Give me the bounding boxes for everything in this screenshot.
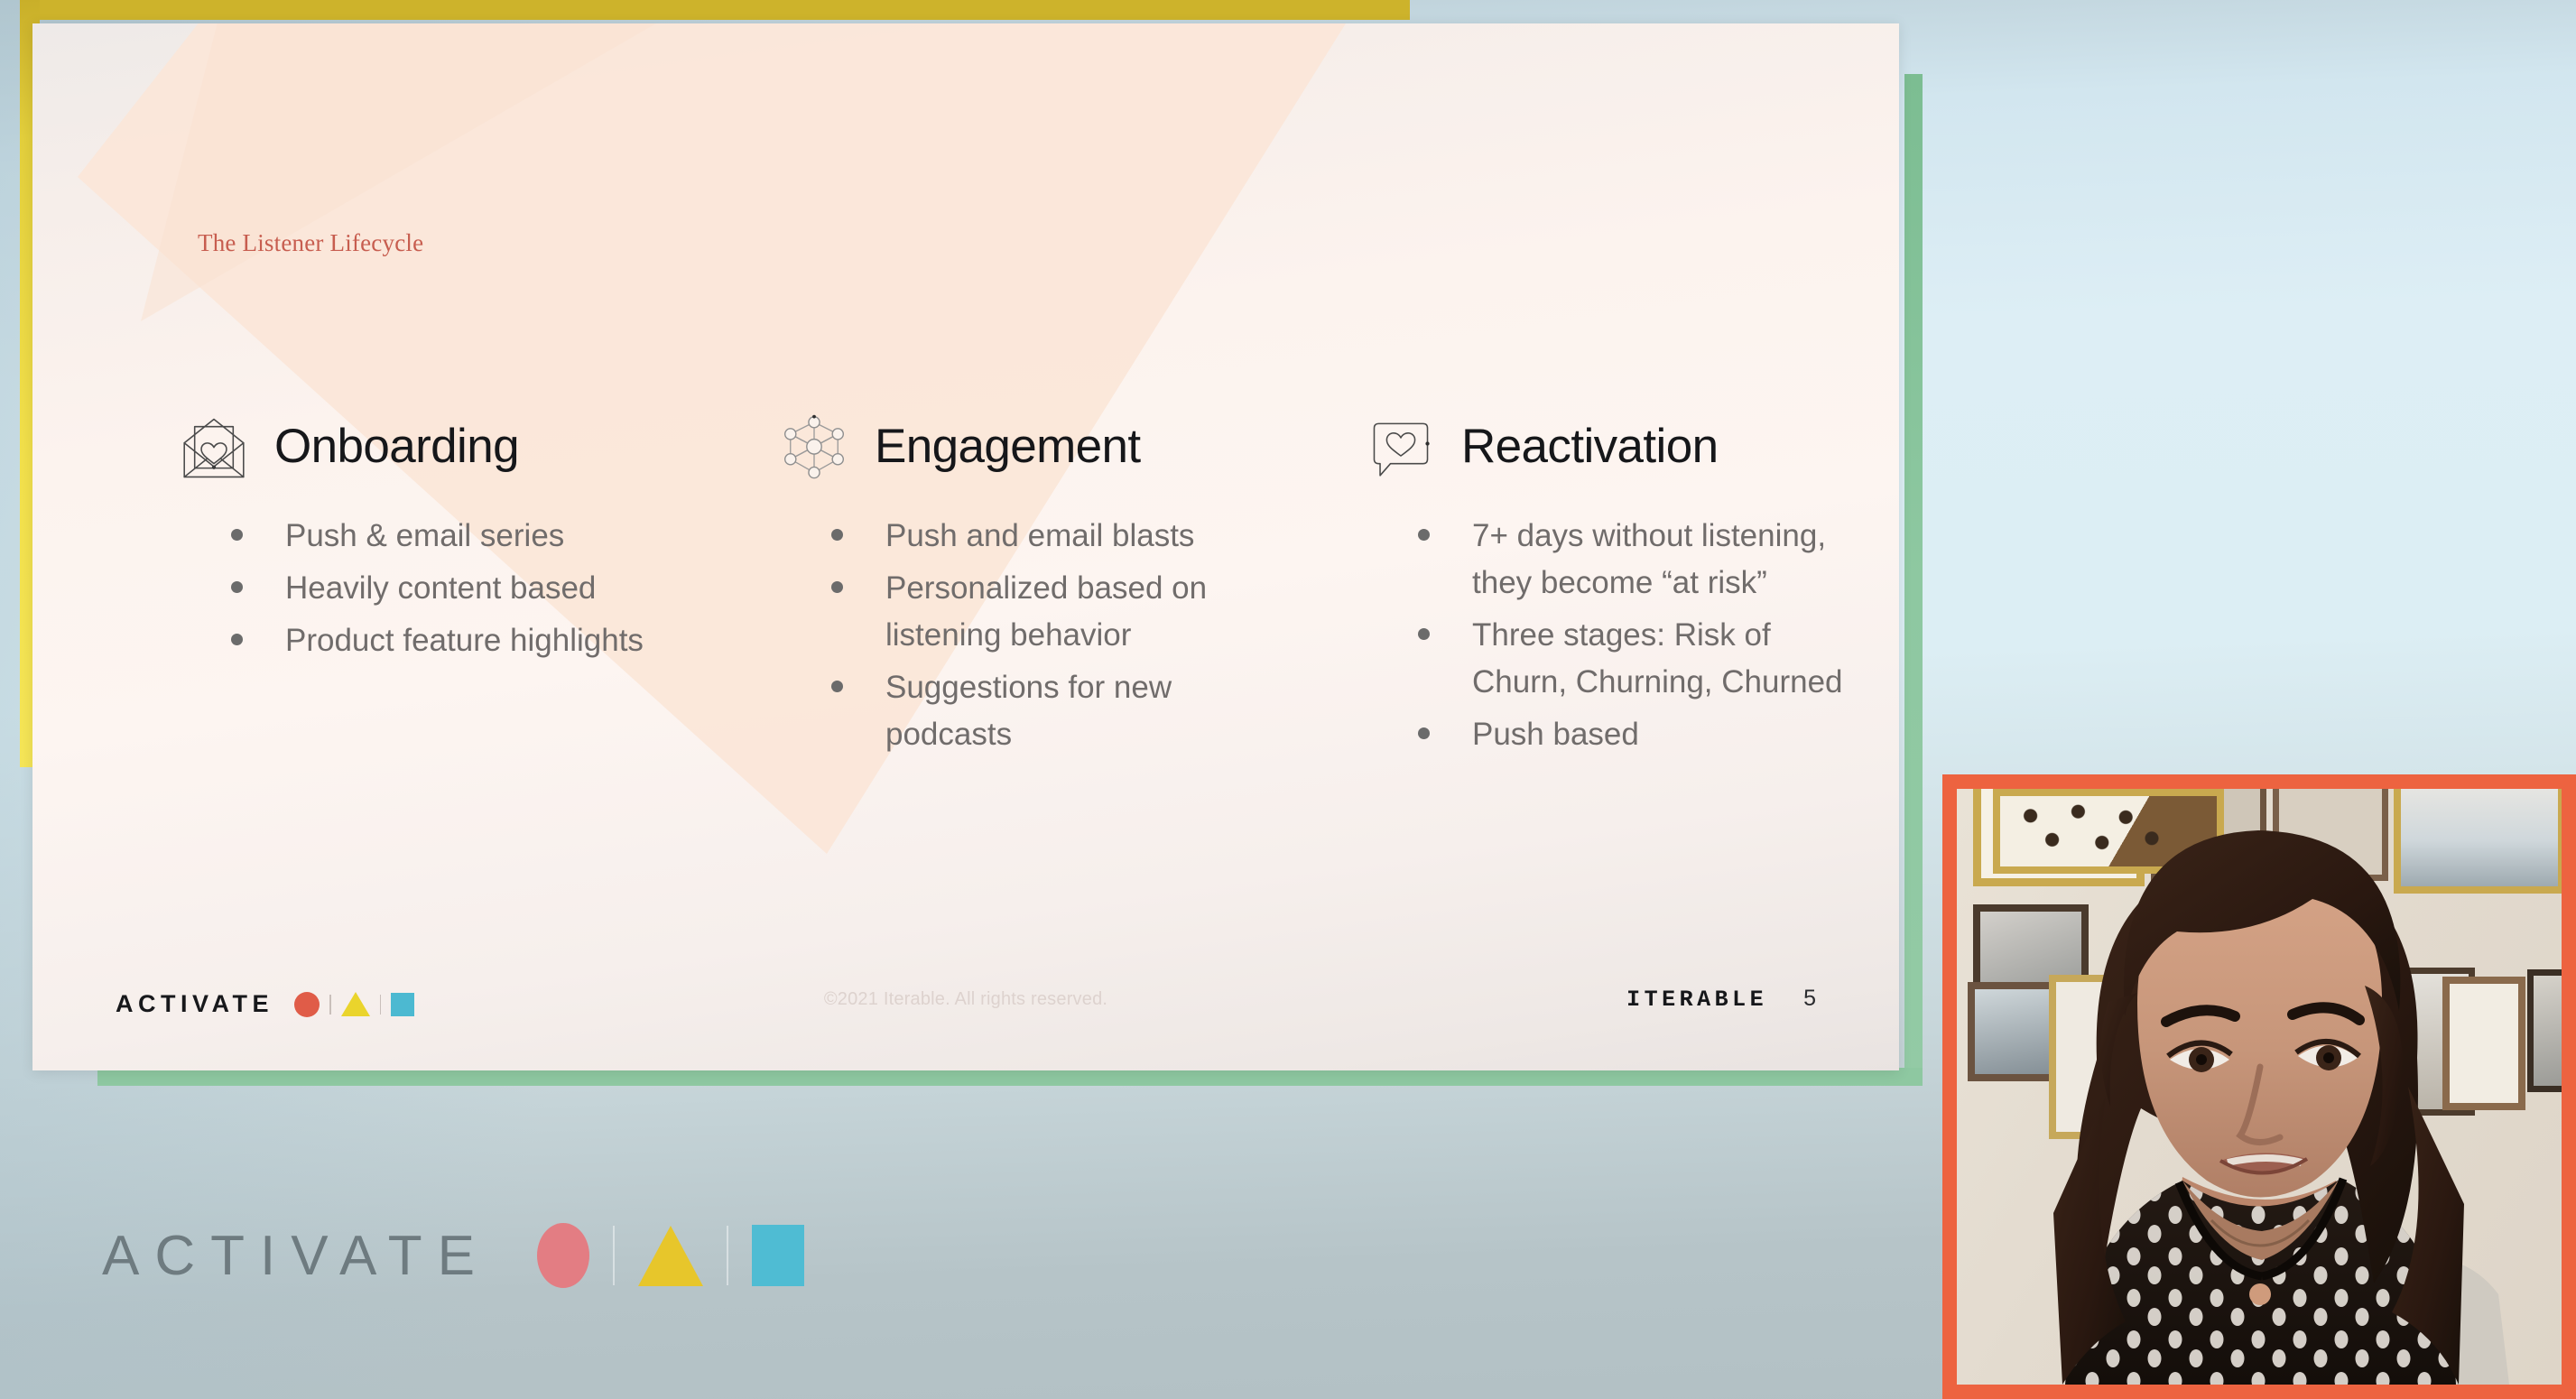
bullet-item: Suggestions for new podcasts [831, 664, 1319, 758]
column-heading-reactivation: Reactivation [1461, 419, 1719, 473]
bullet-dot-icon [231, 529, 243, 541]
accent-bar-yellow-top [20, 0, 1410, 20]
participant-avatar [2053, 830, 2509, 1385]
footer-activate-logo: ACTIVATE [116, 990, 414, 1018]
footer-brand-wordmark: ITERABLE [1626, 987, 1768, 1013]
bullet-text: Push & email series [285, 518, 565, 553]
footer-copyright: ©2021 Iterable. All rights reserved. [823, 989, 1108, 1009]
speech-bubble-heart-icon [1364, 409, 1438, 483]
stage-logo-shapes [536, 1223, 804, 1288]
divider [329, 994, 331, 1015]
lifecycle-columns: Onboarding Push & email series Heavily c… [32, 403, 1899, 764]
bullet-text: Three stages: Risk of Churn, Churning, C… [1472, 616, 1843, 700]
bullet-dot-icon [231, 580, 243, 593]
bullet-item: Heavily content based [231, 565, 737, 612]
stage-activate-logo: ACTIVATE [102, 1223, 804, 1288]
bullet-text: Product feature highlights [285, 622, 644, 658]
square-shape-icon [751, 1225, 804, 1286]
divider [379, 994, 381, 1015]
video-feed [1957, 789, 2562, 1385]
triangle-shape-icon [637, 1225, 703, 1286]
bullet-text: Suggestions for new podcasts [885, 669, 1172, 752]
column-heading-engagement: Engagement [875, 419, 1141, 473]
divider [612, 1226, 615, 1285]
bullet-item: Personalized based on listening behavior [831, 565, 1319, 659]
bullet-item: Product feature highlights [231, 617, 737, 664]
circle-shape-icon [536, 1223, 589, 1288]
envelope-heart-icon [177, 409, 251, 483]
footer-activate-wordmark: ACTIVATE [116, 990, 273, 1017]
lifecycle-column-onboarding: Onboarding Push & email series Heavily c… [177, 403, 737, 764]
bullet-list-reactivation: 7+ days without listening, they become “… [1364, 513, 1869, 758]
bullet-list-engagement: Push and email blasts Personalized based… [777, 513, 1319, 758]
slide-canvas: The Listener Lifecycle Onboarding Push &… [32, 23, 1899, 1070]
bullet-dot-icon [831, 680, 843, 692]
bullet-text: Push based [1472, 716, 1639, 752]
bullet-dot-icon [1418, 627, 1430, 640]
column-header: Onboarding [177, 403, 737, 489]
stage-activate-wordmark: ACTIVATE [102, 1224, 490, 1287]
video-participant-tile[interactable] [1942, 774, 2576, 1399]
bullet-dot-icon [231, 633, 243, 645]
bullet-item: Push based [1418, 711, 1869, 758]
lifecycle-column-engagement: Engagement Push and email blasts Persona… [777, 403, 1319, 764]
bullet-list-onboarding: Push & email series Heavily content base… [177, 513, 737, 664]
bullet-text: Push and email blasts [885, 518, 1195, 553]
bullet-dot-icon [1418, 529, 1430, 541]
column-heading-onboarding: Onboarding [274, 419, 520, 473]
bullet-dot-icon [831, 529, 843, 541]
column-header: Engagement [777, 403, 1319, 489]
bullet-text: 7+ days without listening, they become “… [1472, 518, 1827, 600]
bullet-text: Personalized based on listening behavior [885, 570, 1208, 653]
bullet-item: Three stages: Risk of Churn, Churning, C… [1418, 612, 1869, 706]
presentation-stage: The Listener Lifecycle Onboarding Push &… [0, 0, 2576, 1399]
slide-title: The Listener Lifecycle [198, 229, 424, 256]
column-header: Reactivation [1364, 403, 1869, 489]
accent-bar-green-right [1904, 74, 1923, 1085]
footer-brand-block: ITERABLE 5 [1626, 986, 1816, 1013]
circle-shape-icon [294, 991, 320, 1017]
square-shape-icon [391, 992, 414, 1016]
bullet-item: 7+ days without listening, they become “… [1418, 513, 1869, 607]
lifecycle-column-reactivation: Reactivation 7+ days without listening, … [1364, 403, 1869, 764]
divider [726, 1226, 728, 1285]
slide-footer: ACTIVATE ©2021 Iterable. All rights rese… [32, 935, 1899, 1070]
bullet-dot-icon [831, 580, 843, 593]
bullet-text: Heavily content based [285, 570, 597, 606]
slide-page-number: 5 [1803, 986, 1816, 1011]
network-nodes-icon [777, 409, 851, 483]
triangle-shape-icon [340, 992, 370, 1016]
accent-bar-green-bottom [97, 1068, 1923, 1086]
footer-logo-shapes [294, 991, 414, 1017]
bullet-item: Push & email series [231, 513, 737, 560]
bullet-item: Push and email blasts [831, 513, 1319, 560]
bullet-dot-icon [1418, 727, 1430, 739]
